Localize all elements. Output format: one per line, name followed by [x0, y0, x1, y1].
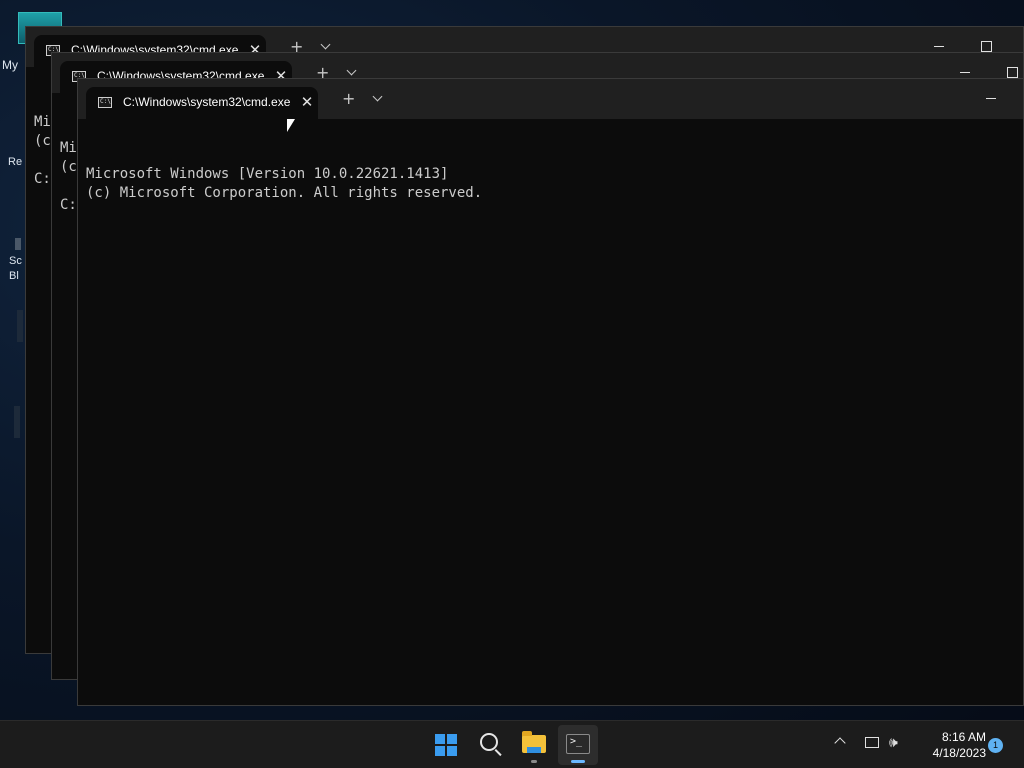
terminal-tab-active[interactable]: C:\Windows\system32\cmd.exe ✕: [86, 87, 318, 119]
tab-dropdown-icon[interactable]: [346, 65, 357, 76]
maximize-button[interactable]: [981, 41, 992, 52]
folder-icon: [522, 731, 546, 753]
terminal-taskbar-button[interactable]: >_: [558, 725, 598, 765]
desktop-fragment: [14, 406, 20, 438]
mouse-cursor-icon: [287, 119, 295, 132]
console-output[interactable]: Microsoft Windows [Version 10.0.22621.14…: [86, 127, 482, 241]
window-titlebar[interactable]: C:\Windows\system32\cmd.exe ✕ +: [78, 79, 1023, 119]
cmd-icon: [98, 97, 112, 108]
network-icon[interactable]: [865, 737, 879, 748]
close-tab-icon[interactable]: ✕: [298, 93, 316, 111]
console-line: (c) Microsoft Corporation. All rights re…: [86, 185, 483, 201]
taskbar: >_ 🕪 8:16 AM 4/18/2023 1: [0, 720, 1024, 768]
tab-dropdown-icon[interactable]: [320, 39, 331, 50]
desktop-fragment: [15, 238, 21, 250]
desktop: My Re Sc Bl C:\Windows\system32\cmd.exe …: [0, 0, 1024, 720]
search-icon: [480, 733, 498, 751]
volume-icon[interactable]: 🕪: [889, 735, 898, 751]
minimize-button[interactable]: [934, 46, 944, 47]
clock-date: 4/18/2023: [932, 746, 986, 760]
console-line: Microsoft Windows [Version 10.0.22621.14…: [86, 166, 449, 182]
clock[interactable]: 8:16 AM 4/18/2023: [912, 729, 986, 761]
active-indicator: [571, 760, 585, 763]
tab-dropdown-icon[interactable]: [372, 91, 383, 102]
start-button[interactable]: [426, 725, 466, 765]
running-indicator: [531, 760, 537, 763]
file-explorer-button[interactable]: [514, 725, 554, 765]
search-button[interactable]: [470, 725, 510, 765]
new-tab-button[interactable]: +: [342, 91, 355, 107]
windows-logo-icon: [435, 734, 457, 756]
tab-title: C:\Windows\system32\cmd.exe: [123, 95, 291, 109]
notification-badge[interactable]: 1: [988, 738, 1003, 753]
desktop-label-recycle[interactable]: Re: [8, 156, 22, 168]
terminal-window-active[interactable]: C:\Windows\system32\cmd.exe ✕ + Microsof…: [77, 78, 1024, 706]
desktop-label-bl[interactable]: Bl: [9, 270, 19, 282]
terminal-icon: >_: [566, 734, 590, 754]
desktop-label-my[interactable]: My: [2, 58, 18, 72]
desktop-label-sc[interactable]: Sc: [9, 255, 22, 267]
show-hidden-icons-chevron-icon[interactable]: [834, 737, 846, 749]
minimize-button[interactable]: [960, 72, 970, 73]
clock-time: 8:16 AM: [941, 730, 986, 744]
desktop-fragment: [17, 310, 23, 342]
minimize-button[interactable]: [986, 98, 996, 99]
maximize-button[interactable]: [1007, 67, 1018, 78]
